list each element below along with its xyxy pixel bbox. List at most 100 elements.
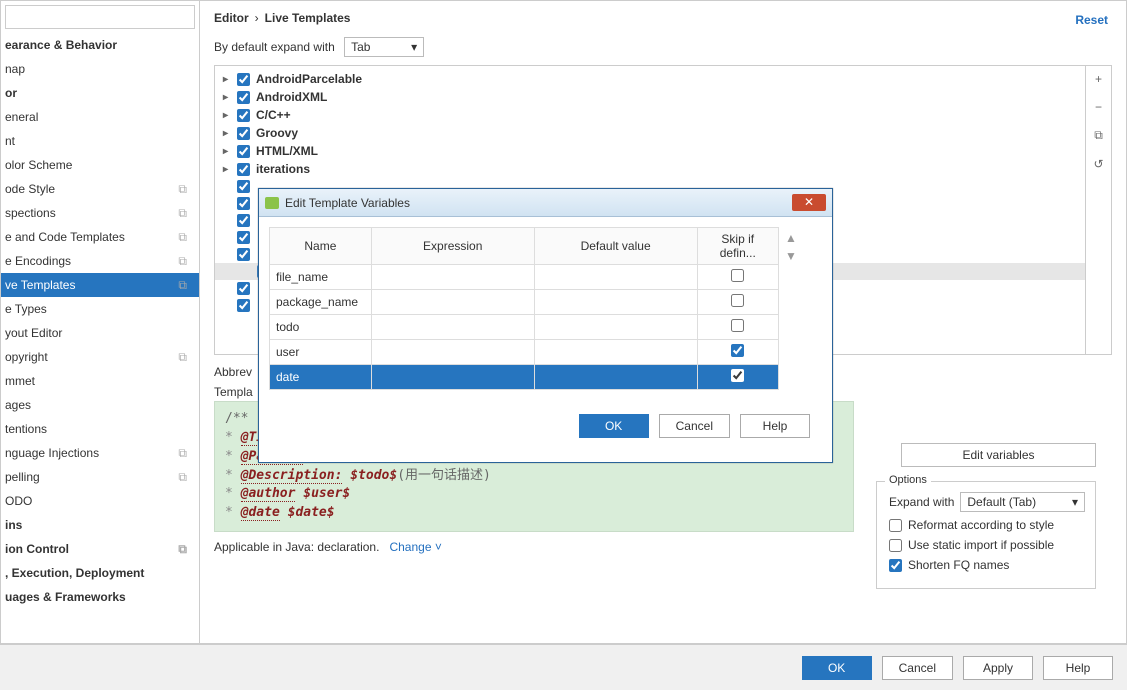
move-down-icon[interactable]: ▼	[785, 249, 797, 263]
cell-skip[interactable]	[697, 315, 778, 340]
sidebar-item-10[interactable]: e Encodings⧉	[1, 249, 199, 273]
skip-checkbox[interactable]	[731, 294, 744, 307]
cell-name[interactable]: file_name	[270, 265, 372, 290]
template-group-row[interactable]: ▸iterations	[215, 160, 1085, 178]
apply-button[interactable]: Apply	[963, 656, 1033, 680]
cell-skip[interactable]	[697, 340, 778, 365]
cancel-button[interactable]: Cancel	[882, 656, 953, 680]
sidebar-item-3[interactable]: or	[1, 81, 199, 105]
cell-default[interactable]	[534, 315, 697, 340]
cell-expression[interactable]	[371, 365, 534, 390]
cell-expression[interactable]	[371, 265, 534, 290]
ok-button[interactable]: OK	[802, 656, 872, 680]
sidebar-item-14[interactable]: opyright⧉	[1, 345, 199, 369]
skip-checkbox[interactable]	[731, 344, 744, 357]
sidebar-item-12[interactable]: e Types	[1, 297, 199, 321]
sidebar-item-22[interactable]: ion Control⧉	[1, 537, 199, 561]
skip-checkbox[interactable]	[731, 269, 744, 282]
group-checkbox[interactable]	[237, 163, 250, 176]
sidebar-item-1[interactable]: earance & Behavior	[1, 33, 199, 57]
group-checkbox[interactable]	[237, 180, 250, 193]
col-name[interactable]: Name	[270, 228, 372, 265]
reset-link[interactable]: Reset	[1075, 13, 1108, 27]
minus-icon[interactable]: −	[1095, 100, 1102, 114]
cell-name[interactable]: user	[270, 340, 372, 365]
options-expand-select[interactable]: Default (Tab) ▾	[960, 492, 1085, 512]
template-group-row[interactable]: ▸AndroidXML	[215, 88, 1085, 106]
sidebar-item-11[interactable]: ve Templates⧉	[1, 273, 199, 297]
table-row[interactable]: todo	[270, 315, 779, 340]
group-checkbox[interactable]	[237, 248, 250, 261]
sidebar-item-23[interactable]: , Execution, Deployment	[1, 561, 199, 585]
table-row[interactable]: file_name	[270, 265, 779, 290]
group-checkbox[interactable]	[237, 231, 250, 244]
move-up-icon[interactable]: ▲	[785, 231, 797, 245]
cell-name[interactable]: package_name	[270, 290, 372, 315]
undo-icon[interactable]: ↺	[1093, 157, 1103, 171]
group-checkbox[interactable]	[237, 109, 250, 122]
template-group-row[interactable]: ▸C/C++	[215, 106, 1085, 124]
help-button[interactable]: Help	[1043, 656, 1113, 680]
cell-default[interactable]	[534, 365, 697, 390]
group-checkbox[interactable]	[237, 197, 250, 210]
sidebar-item-7[interactable]: ode Style⧉	[1, 177, 199, 201]
sidebar-item-17[interactable]: tentions	[1, 417, 199, 441]
cell-skip[interactable]	[697, 290, 778, 315]
reformat-checkbox[interactable]	[889, 519, 902, 532]
sidebar-item-16[interactable]: ages	[1, 393, 199, 417]
plus-icon[interactable]: +	[1095, 72, 1102, 86]
sidebar-item-2[interactable]: nap	[1, 57, 199, 81]
template-group-row[interactable]: ▸AndroidParcelable	[215, 70, 1085, 88]
sidebar-item-19[interactable]: pelling⧉	[1, 465, 199, 489]
group-checkbox[interactable]	[237, 73, 250, 86]
sidebar-item-6[interactable]: olor Scheme	[1, 153, 199, 177]
template-group-row[interactable]: ▸HTML/XML	[215, 142, 1085, 160]
cell-default[interactable]	[534, 290, 697, 315]
breadcrumb-root[interactable]: Editor	[214, 11, 249, 25]
skip-checkbox[interactable]	[731, 369, 744, 382]
table-row[interactable]: user	[270, 340, 779, 365]
dialog-help-button[interactable]: Help	[740, 414, 810, 438]
sidebar-item-15[interactable]: mmet	[1, 369, 199, 393]
sidebar-item-4[interactable]: eneral	[1, 105, 199, 129]
sidebar-search-input[interactable]	[5, 5, 195, 29]
dialog-cancel-button[interactable]: Cancel	[659, 414, 730, 438]
close-icon[interactable]: ✕	[792, 194, 826, 211]
copy-icon[interactable]: ⧉	[1094, 128, 1103, 143]
shorten-fq-checkbox[interactable]	[889, 559, 902, 572]
table-row[interactable]: date	[270, 365, 779, 390]
group-checkbox[interactable]	[237, 282, 250, 295]
sidebar-item-13[interactable]: yout Editor	[1, 321, 199, 345]
sidebar-item-24[interactable]: uages & Frameworks	[1, 585, 199, 609]
dialog-title-bar[interactable]: Edit Template Variables ✕	[259, 189, 832, 217]
sidebar-item-20[interactable]: ODO	[1, 489, 199, 513]
sidebar-item-8[interactable]: spections⧉	[1, 201, 199, 225]
cell-expression[interactable]	[371, 315, 534, 340]
cell-name[interactable]: date	[270, 365, 372, 390]
cell-skip[interactable]	[697, 265, 778, 290]
col-default[interactable]: Default value	[534, 228, 697, 265]
group-checkbox[interactable]	[237, 127, 250, 140]
variables-table[interactable]: Name Expression Default value Skip if de…	[269, 227, 779, 390]
expand-icon[interactable]: ▸	[223, 92, 233, 103]
cell-name[interactable]: todo	[270, 315, 372, 340]
cell-default[interactable]	[534, 340, 697, 365]
expand-icon[interactable]: ▸	[223, 74, 233, 85]
cell-default[interactable]	[534, 265, 697, 290]
table-row[interactable]: package_name	[270, 290, 779, 315]
cell-expression[interactable]	[371, 340, 534, 365]
expand-icon[interactable]: ▸	[223, 128, 233, 139]
group-checkbox[interactable]	[237, 214, 250, 227]
template-group-row[interactable]: ▸Groovy	[215, 124, 1085, 142]
sidebar-item-9[interactable]: e and Code Templates⧉	[1, 225, 199, 249]
group-checkbox[interactable]	[237, 299, 250, 312]
option-shorten-fq[interactable]: Shorten FQ names	[889, 558, 1085, 572]
skip-checkbox[interactable]	[731, 319, 744, 332]
sidebar-item-5[interactable]: nt	[1, 129, 199, 153]
expand-icon[interactable]: ▸	[223, 164, 233, 175]
option-static-import[interactable]: Use static import if possible	[889, 538, 1085, 552]
cell-expression[interactable]	[371, 290, 534, 315]
change-context-link[interactable]: Change ˅	[389, 540, 441, 554]
col-skip[interactable]: Skip if defin...	[697, 228, 778, 265]
sidebar-item-21[interactable]: ins	[1, 513, 199, 537]
